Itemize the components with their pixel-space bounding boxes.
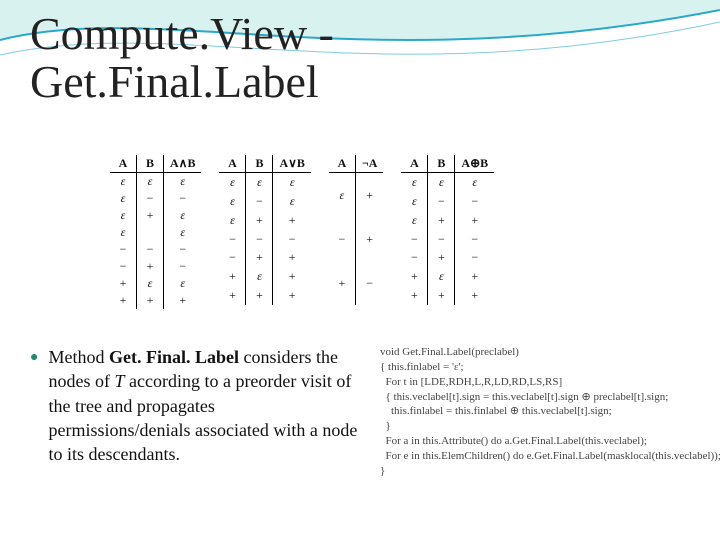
bullet-item: ● Method Get. Final. Label considers the… bbox=[30, 345, 360, 466]
truth-table-oplus: ABA⊕Bεεεε−−ε++−−−−+−+ε++++ bbox=[401, 155, 494, 305]
pseudocode-block: void Get.Final.Label(preclabel) { this.f… bbox=[380, 345, 720, 479]
truth-table-and: ABA∧Bεεεε−−ε+εεε−−−−+−+εε+++ bbox=[110, 155, 201, 309]
truth-table-or: ABA∨Bεεεε−εε++−−−−+++ε++++ bbox=[219, 155, 310, 305]
title-line-2: Get.Final.Label bbox=[30, 56, 319, 107]
slide-title: Compute.View - Get.Final.Label bbox=[30, 10, 334, 107]
title-line-1: Compute.View - bbox=[30, 8, 334, 59]
bullet-icon: ● bbox=[30, 345, 38, 466]
truth-tables-area: ABA∧Bεεεε−−ε+εεε−−−−+−+εε+++ ABA∨Bεεεε−ε… bbox=[110, 155, 690, 305]
truth-table-not: A¬Aε+−++− bbox=[329, 155, 384, 305]
bullet-text: Method Get. Final. Label considers the n… bbox=[48, 345, 360, 466]
